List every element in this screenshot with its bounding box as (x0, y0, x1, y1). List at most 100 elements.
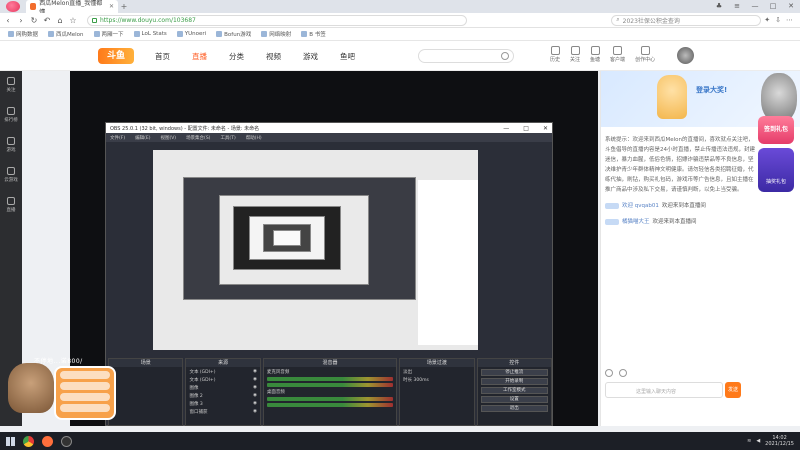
obs-minimize-button[interactable]: — (503, 125, 509, 132)
browser-logo[interactable] (0, 0, 26, 13)
skin-icon[interactable]: ♣ (710, 0, 728, 13)
douyu-search-input[interactable] (418, 49, 514, 63)
studio-mode-button[interactable]: 工作室模式 (480, 387, 549, 394)
user-avatar[interactable] (677, 47, 694, 64)
emoji-icon[interactable] (605, 369, 613, 377)
sidebar-item-follow[interactable]: 关注 (7, 77, 16, 93)
nav-video[interactable]: 视频 (266, 51, 281, 62)
source-row[interactable]: 文本 (GDI+) ◉ (189, 377, 256, 383)
history-button[interactable]: 历史 (550, 46, 560, 63)
sidebar-item-rank[interactable]: 排行榜 (4, 107, 18, 123)
obs-icon[interactable] (61, 435, 72, 447)
chat-username[interactable]: 橘猫喵大王 (622, 217, 650, 227)
reload-button[interactable]: ↻ (29, 16, 39, 25)
download-icon (613, 46, 623, 55)
browser-search-box[interactable]: ⌕ 2023社保公积金查询 (611, 14, 762, 26)
bookmark-icon (48, 31, 55, 37)
obs-preview (153, 150, 478, 350)
address-tools: ✦ ⇩ ⋯ (764, 16, 793, 24)
search-icon[interactable] (501, 52, 509, 60)
wifi-icon[interactable]: ≋ (747, 438, 751, 444)
minimize-button[interactable]: — (746, 0, 764, 13)
nav-yuba[interactable]: 鱼吧 (340, 51, 355, 62)
obs-menu-view[interactable]: 视图(V) (160, 135, 176, 141)
nav-category[interactable]: 分类 (229, 51, 244, 62)
chat-username[interactable]: 欢迎 qvqab01 (622, 201, 659, 211)
follow-button[interactable]: 关注 (570, 46, 580, 63)
obs-menu-scenes[interactable]: 场景集合(S) (186, 135, 210, 141)
eye-icon[interactable]: ◉ (253, 409, 257, 415)
url-bar[interactable]: https://www.douyu.com/103687 (87, 14, 467, 26)
eye-icon[interactable]: ◉ (253, 377, 257, 383)
client-button[interactable]: 客户端 (610, 46, 625, 63)
bookmark-item[interactable]: B 书签 (301, 30, 326, 38)
bookmark-item[interactable]: 网购数据 (8, 30, 38, 38)
obs-menu-edit[interactable]: 编辑(E) (135, 135, 150, 141)
sidebar-item-game[interactable]: 游戏 (7, 137, 16, 153)
source-row[interactable]: 图像 2 ◉ (189, 393, 256, 399)
eye-icon[interactable]: ◉ (253, 369, 257, 375)
source-row[interactable]: 图像 ◉ (189, 385, 256, 391)
obs-menu-file[interactable]: 文件(F) (110, 135, 125, 141)
creator-button[interactable]: 创作中心 (635, 46, 655, 63)
chat-input[interactable]: 这里输入聊天内容 (605, 382, 723, 398)
cloud-icon (7, 167, 15, 175)
obs-menu-tools[interactable]: 工具(T) (220, 135, 235, 141)
fan-badge-icon[interactable] (619, 369, 627, 377)
exit-button[interactable]: 退出 (480, 405, 549, 412)
dock-body[interactable] (109, 367, 182, 425)
obs-maximize-button[interactable]: □ (523, 125, 529, 132)
browser-icon[interactable] (42, 435, 53, 447)
maximize-button[interactable]: □ (764, 0, 782, 13)
more-icon[interactable]: ⋯ (786, 16, 793, 24)
extension-icon[interactable]: ✦ (764, 16, 770, 24)
source-row[interactable]: 图像 3 ◉ (189, 401, 256, 407)
sidebar-item-live[interactable]: 直播 (7, 197, 16, 213)
source-row[interactable]: 窗口捕获 ◉ (189, 409, 256, 415)
volume-icon[interactable]: ◀ (756, 438, 760, 444)
back-button[interactable]: ‹ (3, 16, 13, 25)
transition-select[interactable]: 淡出 (403, 369, 470, 375)
lottery-gift-button[interactable]: 抽奖礼包 (758, 148, 794, 192)
download-icon[interactable]: ⇩ (775, 16, 781, 24)
nav-home[interactable]: 首页 (155, 51, 170, 62)
star-icon[interactable]: ☆ (68, 16, 78, 25)
clock[interactable]: 14:02 2021/12/15 (765, 435, 794, 447)
obs-close-button[interactable]: ✕ (543, 125, 548, 132)
signin-gift-button[interactable]: 签到礼包 (758, 116, 794, 144)
send-button[interactable]: 发送 (725, 382, 741, 398)
chrome-icon[interactable] (23, 435, 34, 447)
tab-active[interactable]: 西瓜Melon直播_我懂都懂... ✕ (26, 0, 118, 16)
bookmark-item[interactable]: 两厢一下 (93, 30, 124, 38)
stop-streaming-button[interactable]: 停止推流 (480, 369, 549, 376)
bookmark-item[interactable]: YUnoeri (176, 31, 206, 37)
close-window-button[interactable]: ✕ (782, 0, 800, 13)
search-placeholder: 2023社保公积金查询 (622, 17, 680, 25)
bookmark-item[interactable]: 网络映射 (261, 30, 291, 38)
obs-menu-help[interactable]: 帮助(H) (246, 135, 262, 141)
bookmark-item[interactable]: 西瓜Melon (48, 30, 84, 38)
fishpond-button[interactable]: 鱼塘 (590, 46, 600, 63)
start-recording-button[interactable]: 开始录制 (480, 378, 549, 385)
settings-button[interactable]: 设置 (480, 396, 549, 403)
menu-icon[interactable]: ≡ (728, 0, 746, 13)
nav-live[interactable]: 直播 (192, 51, 207, 62)
forward-button[interactable]: › (16, 16, 26, 25)
new-tab-button[interactable]: + (118, 2, 130, 11)
sidebar-item-cloud-game[interactable]: 云游戏 (4, 167, 18, 183)
dock-body: 麦克风音频 桌面音频 (264, 367, 396, 425)
eye-icon[interactable]: ◉ (253, 385, 257, 391)
douyu-logo[interactable]: 斗鱼 (98, 48, 134, 64)
windows-start-icon[interactable] (6, 436, 15, 446)
home-icon[interactable]: ⌂ (55, 16, 65, 25)
undo-icon[interactable]: ↶ (42, 16, 52, 25)
nav-game[interactable]: 游戏 (303, 51, 318, 62)
eye-icon[interactable]: ◉ (253, 393, 257, 399)
source-row[interactable]: 文本 (GDI+) ◉ (189, 369, 256, 375)
tab-close-icon[interactable]: ✕ (109, 3, 114, 10)
badge-icon (605, 219, 619, 225)
bookmark-item[interactable]: LoL Stats (133, 31, 167, 37)
transition-duration[interactable]: 时长 300ms (403, 377, 470, 383)
eye-icon[interactable]: ◉ (253, 401, 257, 407)
bookmark-item[interactable]: Bofun游戏 (216, 30, 251, 38)
